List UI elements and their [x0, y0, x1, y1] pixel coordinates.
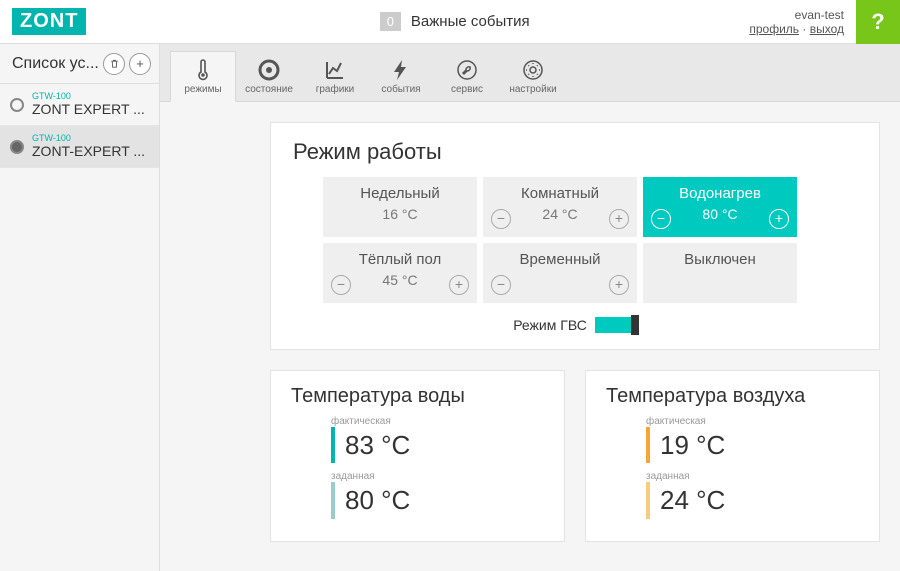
sidebar-title: Список ус... [12, 55, 99, 73]
bolt-icon [389, 58, 413, 82]
device-name: ZONT-EXPERT ... [32, 143, 145, 159]
mode-off[interactable]: Выключен [643, 243, 797, 303]
minus-icon[interactable]: − [491, 275, 511, 295]
radio-icon [10, 98, 24, 112]
water-actual-value: 83 °C [331, 427, 544, 463]
logout-link[interactable]: выход [810, 22, 844, 36]
plus-icon[interactable]: + [449, 275, 469, 295]
device-model: GTW-100 [32, 134, 145, 143]
thermometer-icon [191, 58, 215, 82]
device-item[interactable]: GTW-100 ZONT EXPERT ... [0, 84, 159, 126]
air-temp-card: Температура воздуха фактическая 19 °C за… [585, 370, 880, 542]
help-button[interactable]: ? [856, 0, 900, 44]
header: ZONT 0 Важные события evan-test профиль … [0, 0, 900, 44]
air-target-label: заданная [646, 471, 859, 482]
tab-state[interactable]: состояние [236, 52, 302, 101]
device-model: GTW-100 [32, 92, 145, 101]
water-actual-label: фактическая [331, 416, 544, 427]
mode-weekly[interactable]: Недельный 16 °C [323, 177, 477, 237]
logo-area: ZONT [0, 8, 160, 35]
water-target-value: 80 °C [331, 482, 544, 518]
tab-charts[interactable]: графики [302, 52, 368, 101]
sidebar: Список ус... + GTW-100 ZONT EXPERT ... G… [0, 44, 160, 571]
chart-icon [323, 58, 347, 82]
minus-icon[interactable]: − [331, 275, 351, 295]
plus-icon[interactable]: + [769, 209, 789, 229]
events-center[interactable]: 0 Важные события [160, 12, 749, 31]
air-target-value: 24 °C [646, 482, 859, 518]
add-device-icon[interactable]: + [129, 53, 151, 75]
username: evan-test [749, 8, 844, 22]
gvs-toggle[interactable] [595, 317, 637, 333]
air-actual-value: 19 °C [646, 427, 859, 463]
water-target-label: заданная [331, 471, 544, 482]
mode-temporary[interactable]: Временный − + [483, 243, 637, 303]
profile-link[interactable]: профиль [749, 22, 799, 36]
sidebar-header: Список ус... + [0, 44, 159, 84]
trash-icon[interactable] [103, 53, 125, 75]
minus-icon[interactable]: − [651, 209, 671, 229]
gear-icon [521, 58, 545, 82]
events-badge: 0 [380, 12, 401, 31]
minus-icon[interactable]: − [491, 209, 511, 229]
logo: ZONT [12, 8, 86, 35]
tabs: режимы состояние графики события сервис … [160, 44, 900, 102]
air-temp-title: Температура воздуха [606, 385, 859, 408]
water-temp-title: Температура воды [291, 385, 544, 408]
tab-service[interactable]: сервис [434, 52, 500, 101]
radio-icon [10, 140, 24, 154]
wrench-icon [455, 58, 479, 82]
mode-water-heating[interactable]: Водонагрев 80 °C − + [643, 177, 797, 237]
mode-room[interactable]: Комнатный 24 °C − + [483, 177, 637, 237]
tab-events[interactable]: события [368, 52, 434, 101]
tab-modes[interactable]: режимы [170, 51, 236, 102]
device-item[interactable]: GTW-100 ZONT-EXPERT ... [0, 126, 159, 168]
target-icon [257, 58, 281, 82]
water-temp-card: Температура воды фактическая 83 °C задан… [270, 370, 565, 542]
gvs-row: Режим ГВС [293, 317, 857, 333]
plus-icon[interactable]: + [609, 209, 629, 229]
tab-settings[interactable]: настройки [500, 52, 566, 101]
mode-card-title: Режим работы [293, 139, 857, 165]
events-label: Важные события [411, 13, 530, 30]
device-name: ZONT EXPERT ... [32, 101, 145, 117]
air-actual-label: фактическая [646, 416, 859, 427]
plus-icon[interactable]: + [609, 275, 629, 295]
user-block: evan-test профиль · выход [749, 8, 856, 36]
mode-card: Режим работы Недельный 16 °C Комнатный 2… [270, 122, 880, 350]
toggle-knob [631, 315, 639, 335]
gvs-label: Режим ГВС [513, 317, 587, 333]
mode-warm-floor[interactable]: Тёплый пол 45 °C − + [323, 243, 477, 303]
